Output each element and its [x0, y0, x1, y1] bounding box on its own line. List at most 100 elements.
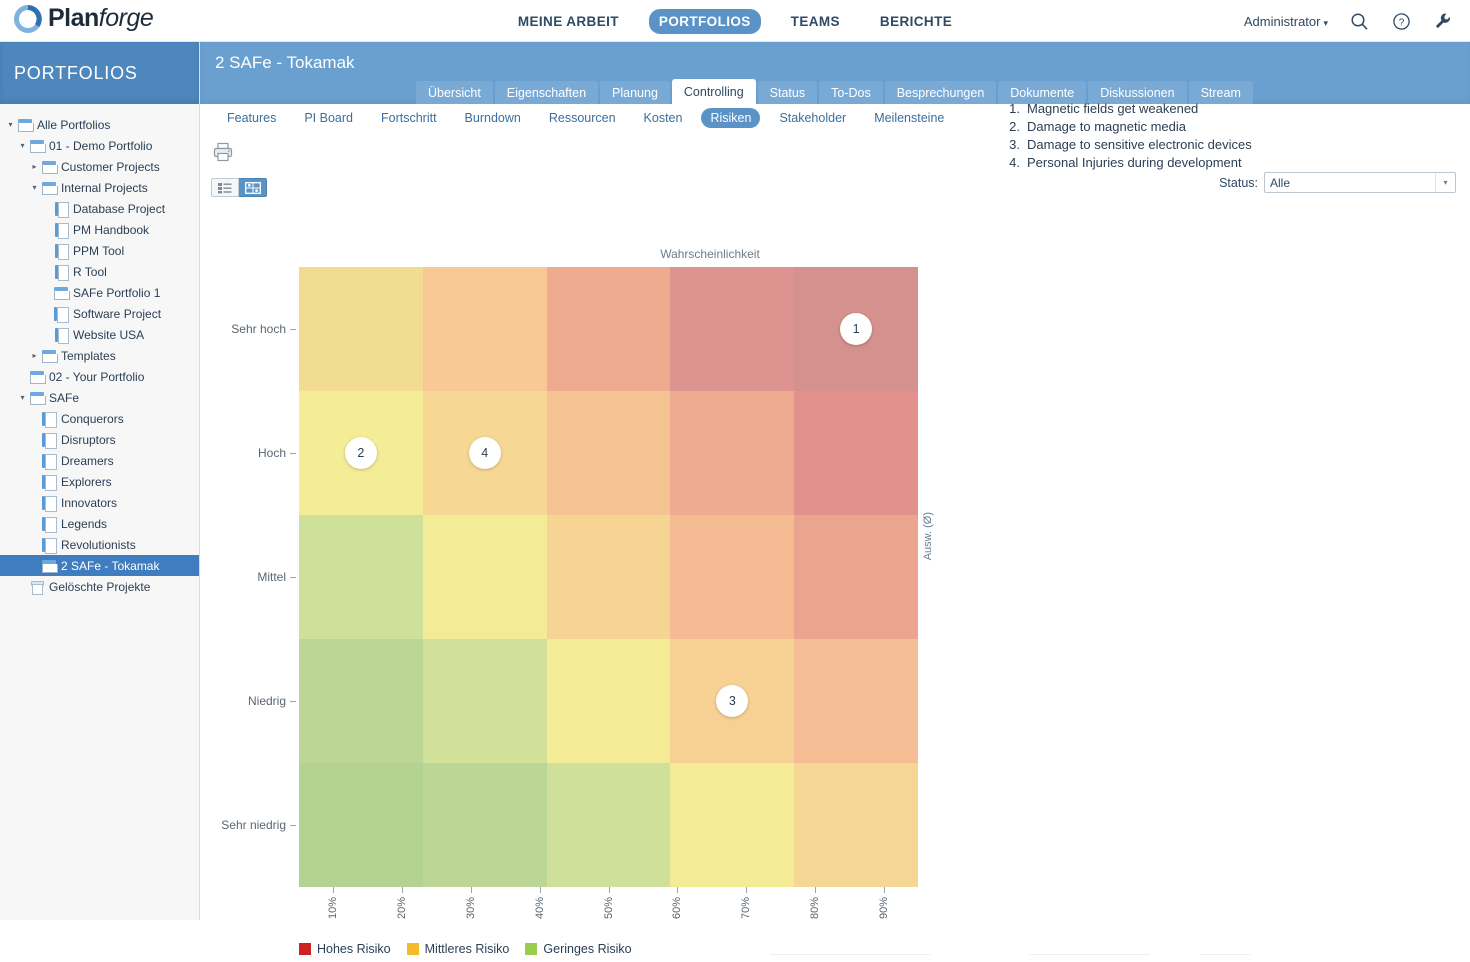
subtab-fortschritt[interactable]: Fortschritt [372, 108, 446, 128]
risk-list-item[interactable]: 3.Damage to sensitive electronic devices [1000, 136, 1252, 154]
sidebar-item-software-project[interactable]: Software Project [0, 303, 199, 324]
risk-marker-1[interactable]: 1 [840, 313, 872, 345]
matrix-cell [670, 515, 794, 639]
board-icon [41, 538, 57, 552]
x-axis-tick [746, 887, 747, 893]
settings-wrench-icon[interactable] [1432, 10, 1454, 32]
tree-twisty-icon[interactable]: ▾ [16, 393, 29, 402]
risk-list-item[interactable]: 4.Personal Injuries during development [1000, 154, 1252, 172]
risk-marker-4[interactable]: 4 [469, 437, 501, 469]
sidebar-item-internal-projects[interactable]: ▾Internal Projects [0, 177, 199, 198]
tree-twisty-icon[interactable]: ▾ [16, 141, 29, 150]
tab--bersicht[interactable]: Übersicht [416, 81, 493, 104]
sidebar-item-label: Disruptors [61, 433, 116, 447]
sidebar-item-pm-handbook[interactable]: PM Handbook [0, 219, 199, 240]
status-select[interactable]: Alle ▾ [1264, 172, 1456, 193]
legend-label: Mittleres Risiko [425, 942, 510, 956]
sidebar-item-gel-schte-projekte[interactable]: Gelöschte Projekte [0, 576, 199, 597]
subtab-ressourcen[interactable]: Ressourcen [540, 108, 625, 128]
sidebar-item-r-tool[interactable]: R Tool [0, 261, 199, 282]
sidebar-item-01-demo-portfolio[interactable]: ▾01 - Demo Portfolio [0, 135, 199, 156]
sidebar-item-safe[interactable]: ▾SAFe [0, 387, 199, 408]
page-header: 2 SAFe - Tokamak ÜbersichtEigenschaftenP… [200, 42, 1470, 104]
sidebar-item-label: 02 - Your Portfolio [49, 370, 144, 384]
board-icon [41, 496, 57, 510]
portfolio-icon [41, 160, 57, 174]
tab-to-dos[interactable]: To-Dos [819, 81, 883, 104]
legend-item: Hohes Risiko [299, 942, 391, 956]
tab-planung[interactable]: Planung [600, 81, 670, 104]
sidebar-item-label: R Tool [73, 265, 107, 279]
sidebar-item-explorers[interactable]: Explorers [0, 471, 199, 492]
status-filter-label: Status: [1219, 176, 1258, 190]
subtab-meilensteine[interactable]: Meilensteine [865, 108, 953, 128]
nav-teams[interactable]: TEAMS [781, 9, 850, 34]
risk-list-item[interactable]: 2.Damage to magnetic media [1000, 118, 1252, 136]
risk-list-item[interactable]: 1.Magnetic fields get weakened [1000, 100, 1252, 118]
sidebar-item-templates[interactable]: ▸Templates [0, 345, 199, 366]
x-axis-tick [333, 887, 334, 893]
tab-eigenschaften[interactable]: Eigenschaften [495, 81, 598, 104]
sidebar-item-label: Legends [61, 517, 107, 531]
tree-twisty-icon[interactable]: ▸ [28, 162, 41, 171]
sidebar-item-innovators[interactable]: Innovators [0, 492, 199, 513]
sidebar-item-revolutionists[interactable]: Revolutionists [0, 534, 199, 555]
sidebar-item-label: Dreamers [61, 454, 114, 468]
subtab-risiken[interactable]: Risiken [701, 108, 760, 128]
subtab-kosten[interactable]: Kosten [635, 108, 692, 128]
matrix-view-icon[interactable] [239, 178, 267, 197]
matrix-cell [547, 515, 671, 639]
chevron-down-icon: ▾ [1435, 173, 1455, 192]
tab-controlling[interactable]: Controlling [672, 79, 756, 104]
matrix-cell [547, 639, 671, 763]
subtab-burndown[interactable]: Burndown [456, 108, 530, 128]
tree-twisty-icon[interactable]: ▾ [28, 183, 41, 192]
sidebar-item-legends[interactable]: Legends [0, 513, 199, 534]
tree-twisty-icon[interactable]: ▸ [28, 351, 41, 360]
sidebar-item-label: Software Project [73, 307, 161, 321]
nav-portfolios[interactable]: PORTFOLIOS [649, 9, 761, 34]
tree-twisty-icon[interactable]: ▾ [4, 120, 17, 129]
sidebar-item-02-your-portfolio[interactable]: 02 - Your Portfolio [0, 366, 199, 387]
subtab-pi-board[interactable]: PI Board [295, 108, 362, 128]
x-axis-tick [884, 887, 885, 893]
risk-marker-2[interactable]: 2 [345, 437, 377, 469]
sidebar-item-dreamers[interactable]: Dreamers [0, 450, 199, 471]
sidebar-item-database-project[interactable]: Database Project [0, 198, 199, 219]
risk-marker-label: 4 [481, 446, 488, 460]
list-view-icon[interactable] [211, 178, 239, 197]
sidebar-item-label: Conquerors [61, 412, 124, 426]
nav-berichte[interactable]: BERICHTE [870, 9, 962, 34]
sidebar-item-safe-portfolio-1[interactable]: SAFe Portfolio 1 [0, 282, 199, 303]
user-menu[interactable]: Administrator▾ [1244, 14, 1328, 29]
x-axis-tick [609, 887, 610, 893]
print-icon[interactable] [212, 142, 234, 162]
sidebar-item-2-safe-tokamak[interactable]: 2 SAFe - Tokamak [0, 555, 199, 576]
status-select-value: Alle [1270, 176, 1290, 190]
tab-besprechungen[interactable]: Besprechungen [885, 81, 997, 104]
board-icon [41, 433, 57, 447]
scope-icon [53, 286, 69, 300]
portfolio-icon [29, 391, 45, 405]
sidebar: PORTFOLIOS ▾Alle Portfolios▾01 - Demo Po… [0, 42, 200, 920]
sidebar-item-ppm-tool[interactable]: PPM Tool [0, 240, 199, 261]
search-icon[interactable] [1348, 10, 1370, 32]
y-axis-tick [290, 577, 296, 578]
subtab-features[interactable]: Features [218, 108, 285, 128]
nav-meine-arbeit[interactable]: MEINE ARBEIT [508, 9, 629, 34]
sidebar-item-conquerors[interactable]: Conquerors [0, 408, 199, 429]
sidebar-item-disruptors[interactable]: Disruptors [0, 429, 199, 450]
sidebar-item-alle-portfolios[interactable]: ▾Alle Portfolios [0, 114, 199, 135]
subtab-stakeholder[interactable]: Stakeholder [770, 108, 855, 128]
risk-list-item-label: Personal Injuries during development [1027, 154, 1242, 172]
x-axis-tick-label: 50% [603, 897, 615, 919]
help-icon[interactable]: ? [1390, 10, 1412, 32]
y-axis-tick-label: Mittel [257, 570, 286, 584]
tab-status[interactable]: Status [758, 81, 817, 104]
risk-marker-3[interactable]: 3 [716, 685, 748, 717]
x-axis-tick-label: 40% [534, 897, 546, 919]
sidebar-item-customer-projects[interactable]: ▸Customer Projects [0, 156, 199, 177]
board-icon [41, 454, 57, 468]
sidebar-item-label: PPM Tool [73, 244, 124, 258]
sidebar-item-website-usa[interactable]: Website USA [0, 324, 199, 345]
